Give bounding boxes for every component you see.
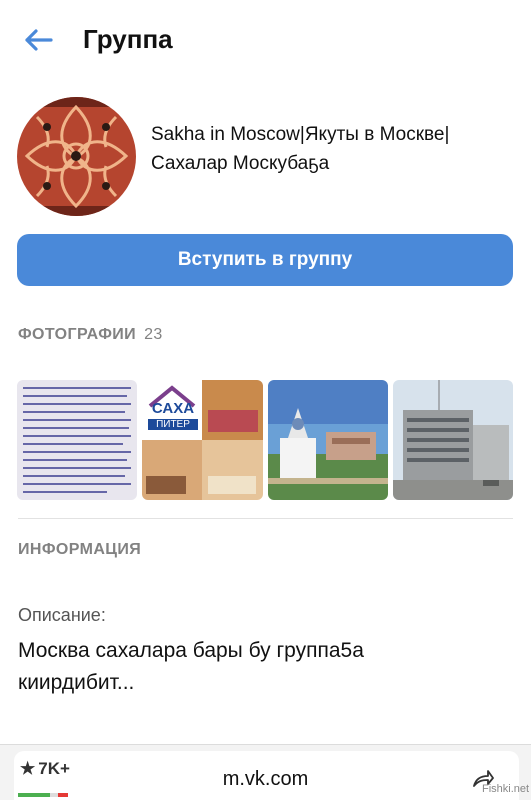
description-text: Москва сахалара бары бу группа5а киирдиб… — [18, 639, 364, 694]
photo-thumbnail[interactable]: САХА ПИТЕР — [142, 380, 263, 500]
group-avatar[interactable] — [17, 97, 136, 216]
description-label: Описание: — [18, 605, 106, 625]
section-divider — [18, 518, 513, 519]
arrow-left-icon — [25, 29, 53, 51]
group-name: Sakha in Moscow|Якуты в Москве| Сахалар … — [151, 124, 450, 174]
photo-thumbnail[interactable] — [393, 380, 513, 500]
back-button[interactable] — [18, 22, 58, 58]
info-section-heading: ИНФОРМАЦИЯ — [18, 541, 142, 558]
join-group-button[interactable]: Вступить в группу — [17, 234, 513, 286]
logo-text: САХА — [151, 400, 195, 417]
app-header: Группа — [0, 0, 531, 80]
page-title: Группа — [83, 24, 173, 54]
rating-bar — [18, 793, 68, 797]
photo-thumbnail[interactable] — [17, 380, 137, 500]
url-label[interactable]: m.vk.com — [0, 768, 531, 791]
logo-subtext: ПИТЕР — [148, 419, 198, 430]
photos-section-heading[interactable]: ФОТОГРАФИИ 23 — [18, 326, 163, 344]
watermark: Fishki.net — [482, 783, 530, 795]
photos-count: 23 — [144, 326, 163, 343]
photos-heading-label: ФОТОГРАФИИ — [18, 326, 137, 343]
photo-thumbnail[interactable] — [268, 380, 388, 500]
